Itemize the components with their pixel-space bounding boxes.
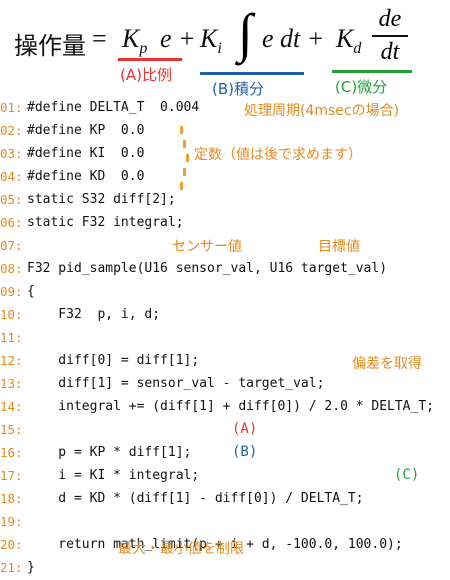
line-number: 11: [0,330,23,345]
line-number: 04: [0,169,23,184]
mark-a: (A) [232,421,258,437]
line-number: 01: [0,100,23,115]
kp-symbol: K [122,24,140,53]
bracket-dash [186,154,189,162]
formula-lhs: 操作量 [14,32,86,60]
line-code: integral += (diff[1] + diff[0]) / 2.0 * … [27,399,434,414]
line-number: 09: [0,284,23,299]
line-number: 13: [0,376,23,391]
label-integral: (B)積分 [212,80,264,98]
formula-kd: Kd [336,24,361,58]
line-code: #define KI 0.0 [27,146,145,161]
line-number: 18: [0,491,23,506]
line-code: i = KI * integral; [27,468,200,483]
frac-bar [372,35,408,37]
note-constants: 定数（値は後で求めます） [194,147,362,163]
line-number: 14: [0,399,23,414]
formula-equals: = [92,24,107,53]
underline-b [200,72,304,75]
line-number: 10: [0,307,23,322]
formula-ki: Ki [200,24,222,58]
line-code: #define KP 0.0 [27,123,145,138]
note-get-deviation: 偏差を取得 [352,356,422,372]
line-number: 20: [0,537,23,552]
kp-subscript: p [139,40,148,57]
derivative-fraction: de dt [372,6,408,66]
line-number: 12: [0,353,23,368]
mark-b: (B) [232,444,258,460]
line-number: 02: [0,123,23,138]
formula-term1: e + [160,24,196,53]
note-limit-range: 最大・最小値を制限 [118,541,244,557]
line-code: diff[0] = diff[1]; [27,353,200,368]
line-number: 06: [0,215,23,230]
line-code: F32 pid_sample(U16 sensor_val, U16 targe… [27,261,388,276]
line-number: 15: [0,422,23,437]
formula-term2: e dt + [262,24,325,53]
mark-c: (C) [394,467,420,483]
frac-denominator: dt [380,39,400,65]
line-code: } [27,560,35,575]
line-code: d = KD * (diff[1] - diff[0]) / DELTA_T; [27,491,364,506]
label-derivative: (C)微分 [335,78,388,96]
line-number: 16: [0,445,23,460]
line-code: diff[1] = sensor_val - target_val; [27,376,325,391]
formula-kp: Kp [122,24,147,58]
bracket-dash [183,140,186,148]
line-number: 08: [0,261,23,276]
line-number: 07: [0,238,23,253]
underline-c [332,70,412,73]
frac-numerator: de [378,6,402,32]
line-code: static S32 diff[2]; [27,192,176,207]
ki-subscript: i [217,40,222,57]
note-target-value: 目標値 [318,239,360,255]
line-number: 17: [0,468,23,483]
note-sensor-value: センサー値 [172,239,242,255]
ki-symbol: K [200,24,218,53]
underline-a [118,58,182,61]
label-proportional: (A)比例 [120,66,172,84]
note-processing-period: 処理周期(4msecの場合) [244,103,400,119]
line-number: 05: [0,192,23,207]
line-code: #define DELTA_T 0.004 [27,100,200,115]
line-code: #define KD 0.0 [27,169,145,184]
pid-formula: 操作量 = Kp e + Ki ∫ e dt + Kd de dt (A)比例 … [0,0,450,100]
line-number: 21: [0,560,23,575]
line-number: 03: [0,146,23,161]
line-number: 19: [0,514,23,529]
integral-sign: ∫ [238,3,253,63]
kd-subscript: d [353,40,362,57]
kd-symbol: K [336,24,354,53]
line-code: static F32 integral; [27,215,184,230]
line-code: { [27,284,35,299]
bracket-dash [183,168,186,176]
line-code: F32 p, i, d; [27,307,161,322]
bracket-dash [180,126,183,134]
line-code: p = KP * diff[1]; [27,445,192,460]
bracket-dash [180,182,183,190]
